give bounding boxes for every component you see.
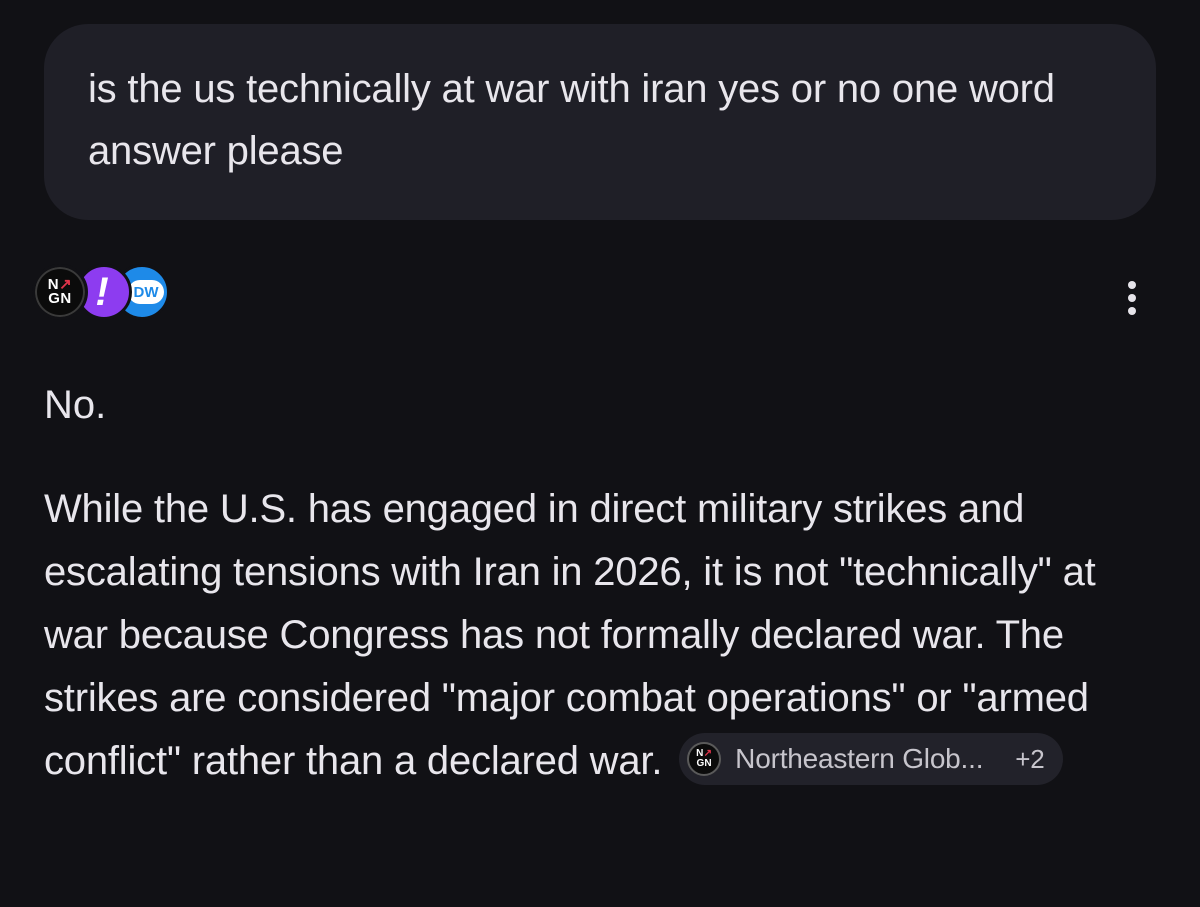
source-icons-group[interactable]: DW ! N↗ GN bbox=[32, 264, 172, 324]
ngn-citation-icon: N↗ GN bbox=[687, 742, 722, 777]
chat-screen: is the us technically at war with iran y… bbox=[0, 0, 1200, 907]
more-vert-dot bbox=[1128, 307, 1136, 315]
more-options-button[interactable] bbox=[1112, 274, 1152, 322]
user-message-bubble: is the us technically at war with iran y… bbox=[44, 24, 1156, 220]
exclamation-glyph: ! bbox=[95, 270, 109, 314]
citation-chip[interactable]: N↗ GN Northeastern Glob... +2 bbox=[679, 733, 1063, 786]
ngn-source-icon: N↗ GN bbox=[32, 264, 88, 320]
ngn-logo-mark: N↗ GN bbox=[47, 276, 73, 307]
response-body: While the U.S. has engaged in direct mil… bbox=[44, 478, 1164, 793]
citation-count: +2 bbox=[1015, 744, 1045, 775]
more-vert-dot bbox=[1128, 294, 1136, 302]
ngn-citation-logo: N↗ GN bbox=[696, 748, 713, 770]
more-vert-icon bbox=[1128, 281, 1136, 289]
short-answer: No. bbox=[44, 383, 107, 427]
dw-logo-mark: DW bbox=[128, 280, 164, 304]
citation-label: Northeastern Glob... bbox=[735, 743, 984, 775]
user-message-text: is the us technically at war with iran y… bbox=[88, 67, 1055, 173]
